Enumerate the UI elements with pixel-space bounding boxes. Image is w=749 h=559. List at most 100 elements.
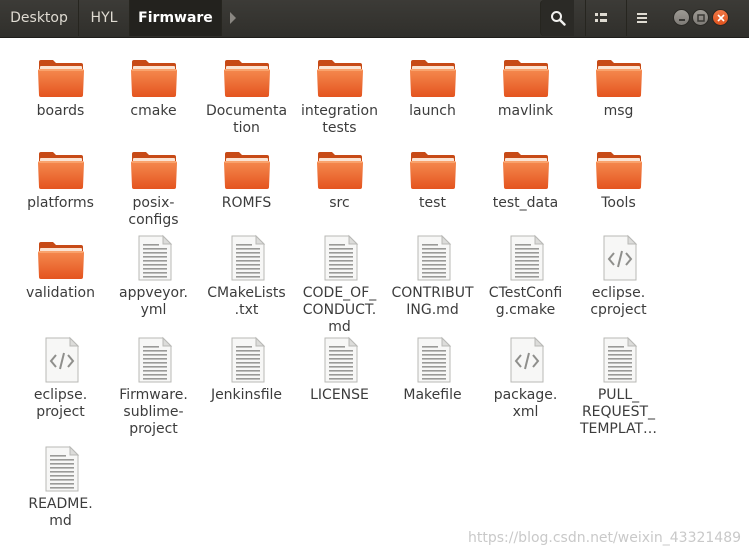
- file-item[interactable]: CMakeLists .txt: [200, 234, 293, 319]
- file-label: posix- configs: [128, 195, 179, 228]
- file-label: platforms: [27, 195, 94, 211]
- file-label: Jenkinsfile: [210, 387, 283, 403]
- folder-item[interactable]: test_data: [479, 144, 572, 212]
- file-label: Makefile: [403, 387, 462, 403]
- file-label: CONTRIBUT ING.md: [391, 285, 474, 318]
- file-item[interactable]: appveyor. yml: [107, 234, 200, 319]
- file-item[interactable]: Makefile: [386, 336, 479, 404]
- folder-icon: [409, 144, 457, 192]
- folder-icon: [37, 144, 85, 192]
- text-file-icon: [223, 336, 271, 384]
- breadcrumb-hyl[interactable]: HYL: [79, 0, 130, 36]
- folder-item[interactable]: platforms: [14, 144, 107, 212]
- file-item[interactable]: CODE_OF_ CONDUCT. md: [293, 234, 386, 336]
- minimize-icon: [678, 18, 685, 21]
- folder-item[interactable]: Tools: [572, 144, 665, 212]
- chevron-right-icon: [230, 12, 236, 24]
- folder-item[interactable]: boards: [14, 52, 107, 120]
- maximize-icon: [696, 13, 705, 22]
- file-label: Documenta tion: [205, 103, 288, 136]
- folder-icon: [595, 52, 643, 100]
- file-label: PULL_ REQUEST_ TEMPLAT…: [579, 387, 658, 437]
- folder-icon: [502, 144, 550, 192]
- folder-icon: [130, 144, 178, 192]
- text-file-icon: [130, 336, 178, 384]
- minimize-button[interactable]: [673, 9, 690, 26]
- file-label: integration tests: [301, 103, 378, 136]
- file-item[interactable]: Firmware. sublime- project: [107, 336, 200, 438]
- file-label: CTestConfi g.cmake: [488, 285, 563, 318]
- file-label: cmake: [130, 103, 177, 119]
- file-item[interactable]: package. xml: [479, 336, 572, 421]
- file-item[interactable]: PULL_ REQUEST_ TEMPLAT…: [572, 336, 665, 438]
- file-label: test_data: [492, 195, 559, 211]
- folder-icon: [130, 52, 178, 100]
- text-file-icon: [595, 336, 643, 384]
- folder-item[interactable]: test: [386, 144, 479, 212]
- file-item[interactable]: LICENSE: [293, 336, 386, 404]
- text-file-icon: [409, 234, 457, 282]
- file-item[interactable]: CONTRIBUT ING.md: [386, 234, 479, 319]
- breadcrumb: Desktop HYL Firmware: [0, 0, 244, 36]
- text-file-icon: [37, 445, 85, 493]
- file-item[interactable]: eclipse. cproject: [572, 234, 665, 319]
- folder-item[interactable]: msg: [572, 52, 665, 120]
- breadcrumb-desktop[interactable]: Desktop: [0, 0, 79, 36]
- folder-item[interactable]: ROMFS: [200, 144, 293, 212]
- text-file-icon: [409, 336, 457, 384]
- file-item[interactable]: README. md: [14, 445, 107, 530]
- file-label: msg: [603, 103, 634, 119]
- file-item[interactable]: Jenkinsfile: [200, 336, 293, 404]
- file-label: src: [329, 195, 350, 211]
- folder-icon: [316, 144, 364, 192]
- text-file-icon: [130, 234, 178, 282]
- file-item[interactable]: CTestConfi g.cmake: [479, 234, 572, 319]
- maximize-button[interactable]: [692, 9, 709, 26]
- watermark-text: https://blog.csdn.net/weixin_43321489: [468, 530, 742, 546]
- text-file-icon: [502, 234, 550, 282]
- file-label: appveyor. yml: [118, 285, 189, 318]
- file-label: test: [419, 195, 446, 211]
- file-label: mavlink: [497, 103, 554, 119]
- file-label: package. xml: [493, 387, 558, 420]
- search-icon: [550, 11, 566, 26]
- folder-item[interactable]: launch: [386, 52, 479, 120]
- text-file-icon: [316, 336, 364, 384]
- view-mode-button[interactable]: [585, 0, 616, 36]
- text-file-icon: [223, 234, 271, 282]
- folder-item[interactable]: mavlink: [479, 52, 572, 120]
- file-label: Firmware. sublime- project: [119, 387, 188, 437]
- folder-icon: [502, 52, 550, 100]
- folder-item[interactable]: src: [293, 144, 386, 212]
- file-label: CMakeLists .txt: [207, 285, 286, 318]
- folder-item[interactable]: validation: [14, 234, 107, 302]
- file-grid: boards cmake Documenta tion integration tes…: [0, 38, 749, 559]
- folder-icon: [37, 52, 85, 100]
- search-button[interactable]: [540, 0, 574, 36]
- xml-file-icon: [502, 336, 550, 384]
- folder-icon: [223, 144, 271, 192]
- file-label: LICENSE: [310, 387, 369, 403]
- hamburger-menu-icon: [637, 13, 647, 23]
- close-button[interactable]: [712, 9, 729, 26]
- xml-file-icon: [595, 234, 643, 282]
- folder-item[interactable]: integration tests: [293, 52, 386, 137]
- file-label: boards: [36, 103, 85, 119]
- folder-icon: [223, 52, 271, 100]
- folder-item[interactable]: Documenta tion: [200, 52, 293, 137]
- breadcrumb-next-button[interactable]: [222, 0, 244, 36]
- folder-item[interactable]: cmake: [107, 52, 200, 120]
- menu-button[interactable]: [626, 0, 657, 36]
- close-icon: [716, 13, 725, 22]
- file-item[interactable]: eclipse. project: [14, 336, 107, 421]
- folder-icon: [595, 144, 643, 192]
- breadcrumb-firmware[interactable]: Firmware: [130, 0, 222, 36]
- file-label: launch: [409, 103, 456, 119]
- file-label: eclipse. cproject: [590, 285, 647, 318]
- folder-item[interactable]: posix- configs: [107, 144, 200, 229]
- folder-icon: [37, 234, 85, 282]
- header-bar: Desktop HYL Firmware: [0, 0, 749, 38]
- folder-icon: [409, 52, 457, 100]
- xml-file-icon: [37, 336, 85, 384]
- file-label: ROMFS: [221, 195, 272, 211]
